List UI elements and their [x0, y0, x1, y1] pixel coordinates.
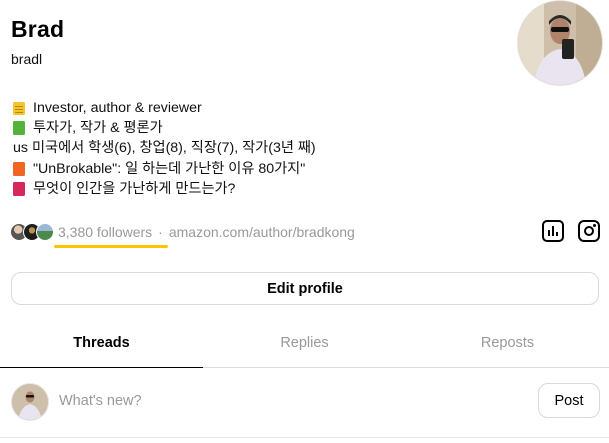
edit-profile-button[interactable]: Edit profile	[11, 272, 599, 305]
avatar-photo	[12, 384, 48, 420]
username: bradl	[11, 51, 43, 67]
composer-avatar	[11, 383, 49, 421]
insights-icon[interactable]	[542, 220, 564, 242]
display-name: Brad	[11, 16, 65, 42]
instagram-icon[interactable]	[578, 220, 600, 242]
bio-text: 미국에서 학생(6), 창업(8), 직장(7), 작가(3년 째)	[31, 140, 316, 157]
bio-line: "UnBrokable": 일 하는데 가난한 이유 80가지"	[13, 159, 316, 179]
tab-replies[interactable]: Replies	[203, 320, 406, 367]
bio-line: 투자가, 작가 & 평론가	[13, 118, 316, 138]
tab-reposts[interactable]: Reposts	[406, 320, 609, 367]
bio: Investor, author & reviewer 투자가, 작가 & 평론…	[13, 98, 316, 199]
red-book-icon	[13, 181, 25, 196]
bio-text: "UnBrokable": 일 하는데 가난한 이유 80가지"	[33, 160, 306, 177]
followers-highlight	[54, 245, 168, 248]
composer: What's new? Post	[0, 367, 609, 438]
profile-tabs: Threads Replies Reposts	[0, 320, 609, 368]
followers-count[interactable]: 3,380 followers	[58, 224, 152, 240]
avatar-photo	[518, 1, 602, 85]
follower-avatar	[36, 223, 54, 241]
bio-text: Investor, author & reviewer	[33, 100, 202, 116]
bio-text: 투자가, 작가 & 평론가	[33, 120, 163, 137]
bio-line: Investor, author & reviewer	[13, 98, 316, 118]
profile-link[interactable]: amazon.com/author/bradkong	[169, 224, 355, 240]
notepad-icon	[13, 101, 25, 115]
post-button[interactable]: Post	[538, 383, 600, 418]
profile-avatar[interactable]	[517, 0, 603, 86]
bio-line: 무엇이 인간을 가난하게 만드는가?	[13, 179, 316, 199]
orange-book-icon	[13, 161, 25, 176]
separator: ·	[158, 224, 163, 240]
tab-threads[interactable]: Threads	[0, 320, 203, 368]
us-flag-icon: us	[13, 140, 28, 157]
bio-text: 무엇이 인간을 가난하게 만드는가?	[33, 180, 236, 197]
profile-header: Brad bradl	[11, 16, 64, 67]
followers-row: 3,380 followers · amazon.com/author/brad…	[10, 223, 355, 241]
bio-line: us 미국에서 학생(6), 창업(8), 직장(7), 작가(3년 째)	[13, 138, 316, 158]
green-book-icon	[13, 121, 25, 136]
compose-input[interactable]: What's new?	[59, 393, 142, 409]
